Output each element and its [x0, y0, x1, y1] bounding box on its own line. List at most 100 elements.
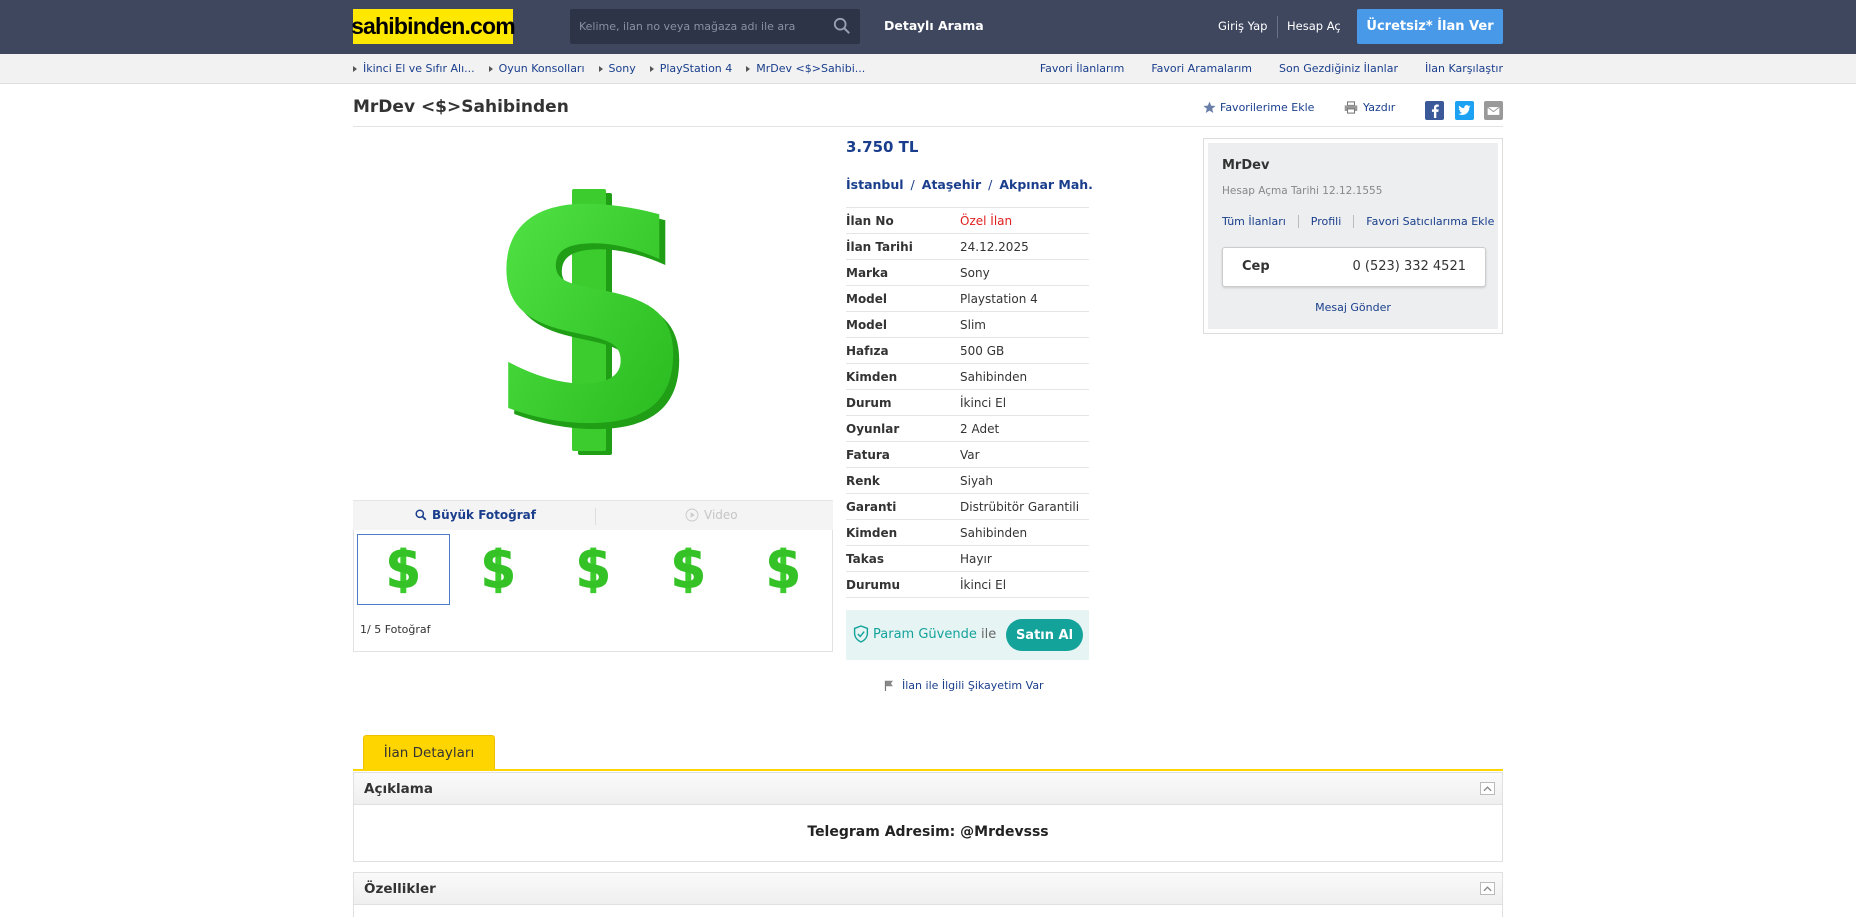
secure-payment-label: Param Güvende ile	[873, 627, 996, 642]
detail-key: Model	[846, 317, 888, 332]
large-photo-label: Büyük Fotoğraf	[432, 508, 536, 522]
breadcrumb-bar: İkinci El ve Sıfır Alı... Oyun Konsollar…	[0, 54, 1856, 84]
detail-value: Playstation 4	[960, 291, 1038, 306]
detail-row: Model Playstation 4	[846, 286, 1089, 312]
listing-price: 3.750 TL	[846, 138, 919, 156]
search-box	[570, 9, 860, 44]
location-city[interactable]: İstanbul	[846, 177, 904, 192]
detail-key: Kimden	[846, 525, 898, 540]
svg-text:S: S	[670, 541, 706, 599]
large-photo-button[interactable]: Büyük Fotoğraf	[415, 508, 536, 522]
report-listing-link[interactable]: İlan ile İlgili Şikayetim Var	[884, 679, 1044, 692]
phone-box[interactable]: Cep 0 (523) 332 4521	[1222, 247, 1486, 287]
shield-check-icon	[853, 625, 869, 643]
thumbnail-strip: S S S S S 1/ 5 Fotoğraf	[353, 530, 833, 652]
dollar-sign-icon: S	[670, 541, 706, 599]
detail-row: Model Slim	[846, 312, 1089, 338]
collapse-icon[interactable]	[1480, 882, 1495, 895]
user-links: Favori İlanlarım Favori Aramalarım Son G…	[1040, 62, 1503, 75]
link-divider	[1297, 215, 1299, 228]
search-input[interactable]	[570, 9, 820, 44]
buy-button[interactable]: Satın Al	[1006, 619, 1083, 651]
thumbnail-4[interactable]: S	[642, 534, 735, 605]
top-header: sahibinden.com Detaylı Arama Giriş Yap H…	[0, 0, 1856, 54]
thumbnail-2[interactable]: S	[452, 534, 545, 605]
detail-key: Marka	[846, 265, 889, 280]
detail-row: Kimden Sahibinden	[846, 520, 1089, 546]
gallery-divider	[595, 508, 596, 525]
detail-value: Sahibinden	[960, 369, 1028, 384]
detail-value: Siyah	[960, 473, 994, 488]
secure-payment-box: Param Güvende ile Satın Al	[846, 610, 1089, 660]
param-guvende-text: Param Güvende	[873, 627, 977, 642]
search-icon[interactable]	[833, 17, 851, 35]
svg-text:S: S	[575, 541, 611, 599]
login-link[interactable]: Giriş Yap	[1218, 19, 1267, 33]
dollar-sign-icon: S	[765, 541, 801, 599]
features-header[interactable]: Özellikler	[354, 873, 1502, 905]
detail-key: Fatura	[846, 447, 890, 462]
collapse-icon[interactable]	[1480, 782, 1495, 795]
detail-key: Garanti	[846, 499, 897, 514]
favorite-seller-link[interactable]: Favori Satıcılarıma Ekle	[1366, 215, 1494, 228]
thumbnail-3[interactable]: S	[547, 534, 640, 605]
seller-profile-link[interactable]: Profili	[1311, 215, 1342, 228]
favorite-searches-link[interactable]: Favori Aramalarım	[1151, 62, 1252, 75]
compare-listings-link[interactable]: İlan Karşılaştır	[1425, 62, 1503, 75]
gallery-toolbar: Büyük Fotoğraf Video	[353, 500, 833, 530]
flag-icon	[884, 680, 893, 691]
print-button[interactable]: Yazdır	[1344, 101, 1395, 114]
thumbnail-1[interactable]: S	[357, 534, 450, 605]
location-neighborhood[interactable]: Akpınar Mah.	[999, 177, 1093, 192]
breadcrumb-item[interactable]: PlayStation 4	[649, 62, 732, 75]
site-logo[interactable]: sahibinden.com	[351, 9, 516, 44]
detail-key: Durumu	[846, 577, 901, 592]
register-link[interactable]: Hesap Aç	[1287, 19, 1341, 33]
thumbnail-5[interactable]: S	[737, 534, 830, 605]
recently-viewed-link[interactable]: Son Gezdiğiniz İlanlar	[1279, 62, 1398, 75]
twitter-share-icon[interactable]	[1455, 101, 1474, 120]
detail-key: İlan Tarihi	[846, 239, 913, 254]
title-divider	[353, 126, 1503, 127]
mail-share-icon[interactable]	[1484, 101, 1503, 120]
location-district[interactable]: Ataşehir	[922, 177, 981, 192]
description-header[interactable]: Açıklama	[354, 773, 1502, 805]
features-title: Özellikler	[364, 881, 436, 897]
tab-listing-details[interactable]: İlan Detayları	[363, 735, 495, 770]
detail-row: Fatura Var	[846, 442, 1089, 468]
main-photo[interactable]: S S	[353, 138, 833, 498]
location-separator: /	[910, 177, 915, 192]
detail-value: 500 GB	[960, 343, 1005, 358]
svg-text:S: S	[765, 541, 801, 599]
breadcrumb-item[interactable]: İkinci El ve Sıfır Alı...	[353, 62, 475, 75]
detail-value: Slim	[960, 317, 986, 332]
detail-key: Renk	[846, 473, 880, 488]
favorite-listings-link[interactable]: Favori İlanlarım	[1040, 62, 1124, 75]
detail-value: Özel İlan	[960, 213, 1013, 228]
detail-value: 24.12.2025	[960, 239, 1029, 254]
detail-row: Durum İkinci El	[846, 390, 1089, 416]
seller-card: MrDev Hesap Açma Tarihi 12.12.1555 Tüm İ…	[1203, 138, 1503, 334]
facebook-share-icon[interactable]	[1425, 101, 1444, 120]
breadcrumb-item[interactable]: MrDev <$>Sahibi...	[746, 62, 865, 75]
features-section: Özellikler	[353, 872, 1503, 917]
breadcrumb-item[interactable]: Oyun Konsolları	[488, 62, 585, 75]
video-label: Video	[704, 508, 738, 522]
detail-row: Takas Hayır	[846, 546, 1089, 572]
dollar-sign-icon: S	[575, 541, 611, 599]
description-title: Açıklama	[364, 781, 433, 797]
breadcrumb-item[interactable]: Sony	[598, 62, 636, 75]
detail-key: Durum	[846, 395, 892, 410]
breadcrumb: İkinci El ve Sıfır Alı... Oyun Konsollar…	[353, 62, 879, 75]
all-listings-link[interactable]: Tüm İlanları	[1222, 215, 1286, 228]
magnifier-icon	[415, 509, 427, 521]
detail-row: Oyunlar 2 Adet	[846, 416, 1089, 442]
location-separator: /	[988, 177, 993, 192]
add-favorite-button[interactable]: Favorilerime Ekle	[1203, 101, 1314, 114]
detailed-search-link[interactable]: Detaylı Arama	[884, 18, 984, 33]
post-listing-button[interactable]: Ücretsiz* İlan Ver	[1357, 9, 1503, 44]
seller-name: MrDev	[1222, 158, 1270, 173]
send-message-link[interactable]: Mesaj Gönder	[1208, 301, 1498, 314]
listing-title: MrDev <$>Sahibinden	[353, 97, 569, 117]
tab-underline	[353, 769, 1503, 771]
